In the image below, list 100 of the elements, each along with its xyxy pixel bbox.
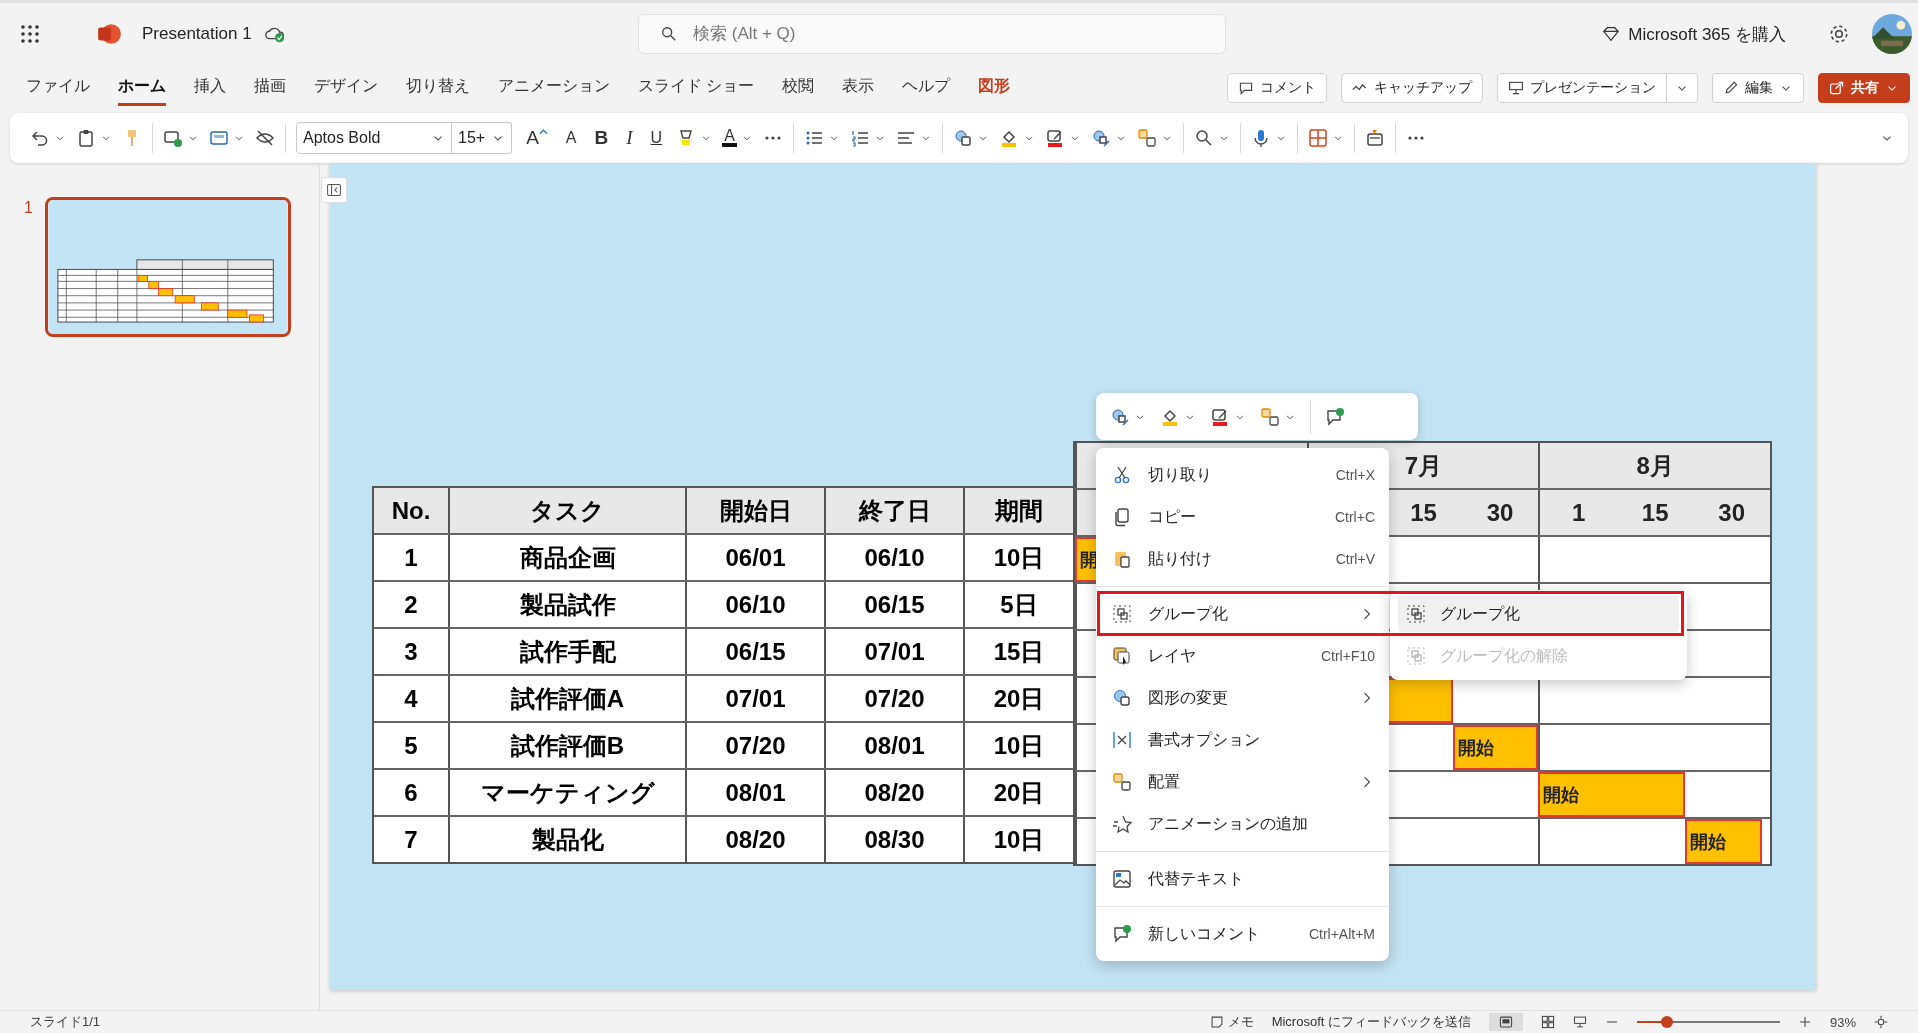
ribbon-tab[interactable]: アニメーション — [498, 70, 610, 106]
slide-counter: スライド1/1 — [30, 1013, 101, 1031]
catchup-button[interactable]: キャッチアップ — [1341, 73, 1483, 103]
undo-icon[interactable] — [30, 128, 50, 148]
note-icon — [1209, 1015, 1224, 1029]
comment-button[interactable]: コメント — [1227, 73, 1327, 103]
menu-item[interactable]: 新しいコメント Ctrl+Alt+M — [1102, 916, 1383, 952]
copy-icon — [1112, 507, 1132, 527]
up-caret-icon — [538, 129, 548, 135]
grid-icon[interactable] — [1307, 128, 1328, 148]
share-button[interactable]: 共有 — [1818, 73, 1910, 103]
zoom-in-icon[interactable] — [1797, 1015, 1812, 1029]
menu-item[interactable]: レイヤ Ctrl+F10 — [1102, 638, 1383, 674]
settings-icon[interactable] — [1828, 23, 1850, 45]
menu-item[interactable]: 貼り付け Ctrl+V — [1102, 541, 1383, 577]
ribbon-tab[interactable]: 表示 — [842, 70, 875, 106]
buy-button[interactable]: Microsoft 365 を購入 — [1602, 22, 1786, 46]
text-style-button[interactable]: U — [646, 129, 667, 147]
ribbon-tab[interactable]: デザイン — [314, 70, 378, 106]
group-icon — [1406, 646, 1426, 666]
document-title[interactable]: Presentation 1 — [142, 24, 252, 44]
arrange-icon[interactable] — [1260, 406, 1280, 427]
pencil-icon — [1723, 80, 1739, 96]
ribbon-tab[interactable]: 切り替え — [406, 70, 470, 106]
shape-effects-icon[interactable] — [1090, 128, 1111, 148]
collapse-panel-button[interactable] — [321, 177, 347, 203]
diamond-icon — [1602, 25, 1621, 43]
layout-icon[interactable] — [209, 128, 229, 148]
text-style-button[interactable]: B — [590, 127, 613, 149]
slide-thumbnail[interactable] — [44, 197, 291, 337]
panel-icon — [326, 182, 342, 198]
edit-button[interactable]: 編集 — [1712, 73, 1804, 103]
share-icon — [1829, 80, 1845, 96]
menu-item[interactable]: 配置 — [1102, 764, 1383, 800]
ribbon-tab[interactable]: ファイル — [26, 70, 90, 106]
shrink-font-button[interactable]: A — [561, 129, 581, 147]
menu-item[interactable]: グループ化 — [1398, 596, 1679, 632]
comment-icon — [1238, 80, 1254, 96]
day-header-label: 30 — [1485, 498, 1515, 527]
notes-button[interactable]: メモ — [1209, 1013, 1254, 1031]
menu-item[interactable]: グループ化 — [1102, 596, 1383, 632]
table-cell-text: 4 — [403, 683, 419, 714]
ribbon-tab[interactable]: 図形 — [978, 70, 1011, 106]
slide-number: 1 — [24, 199, 33, 217]
table-cell: 10日 — [963, 817, 1073, 862]
slide-icon[interactable] — [1364, 128, 1385, 148]
table-header-cell-text: No. — [390, 495, 432, 526]
grow-font-button[interactable]: A — [522, 127, 552, 149]
zoom-level[interactable]: 93% — [1829, 1014, 1856, 1030]
day-header-label: 30 — [1717, 498, 1747, 527]
grid-view-icon[interactable] — [1540, 1015, 1555, 1029]
menu-item[interactable]: コピー Ctrl+C — [1102, 499, 1383, 535]
apps-icon[interactable] — [20, 24, 40, 44]
menu-item[interactable]: 代替テキスト — [1102, 861, 1383, 897]
ribbon-tab[interactable]: スライド ショー — [638, 70, 755, 106]
gantt-bar[interactable]: 開始 — [1685, 819, 1763, 864]
table-cell-text: 6 — [403, 777, 419, 808]
table-cell-text: 2 — [403, 589, 419, 620]
numbered-list-icon[interactable] — [849, 128, 870, 148]
shape-effects-icon[interactable] — [1110, 406, 1130, 427]
present-button[interactable]: プレゼンテーション — [1497, 73, 1698, 103]
clipboard-icon[interactable] — [76, 128, 96, 148]
arrange-icon[interactable] — [1136, 128, 1157, 148]
shape-add-icon[interactable] — [163, 128, 183, 148]
ribbon-tab[interactable]: 描画 — [254, 70, 286, 106]
font-name-field[interactable]: Aptos Bold — [296, 122, 452, 154]
gantt-bar[interactable]: 開始 — [1538, 772, 1686, 817]
font-size-field[interactable]: 15+ — [452, 122, 513, 154]
search-icon — [660, 25, 678, 43]
shapes-icon — [1112, 688, 1132, 708]
pencil-icon[interactable] — [1044, 128, 1065, 148]
group-icon — [1112, 604, 1132, 624]
comment-add-icon — [1112, 924, 1132, 944]
ribbon-tab[interactable]: 挿入 — [194, 70, 226, 106]
app-logo-icon — [96, 21, 122, 47]
scissors-icon — [1112, 465, 1132, 485]
normal-view-icon[interactable] — [1488, 1013, 1523, 1031]
shapes-icon[interactable] — [952, 128, 973, 148]
ribbon-tab[interactable]: ホーム — [118, 70, 166, 106]
arrange-icon — [1112, 772, 1132, 792]
presentation-icon — [1508, 80, 1524, 96]
table-cell-text: 3 — [403, 636, 419, 667]
search-field[interactable]: 検索 (Alt + Q) — [638, 14, 1226, 54]
gantt-bar[interactable]: 開始 — [1453, 725, 1539, 770]
comment-add-icon[interactable] — [1325, 406, 1345, 427]
font-color-button[interactable]: A — [722, 129, 737, 147]
ribbon-tab[interactable]: ヘルプ — [902, 70, 951, 106]
search-icon[interactable] — [1193, 128, 1214, 148]
ribbon-tab[interactable]: 校閲 — [782, 70, 815, 106]
menu-item[interactable]: 書式オプション — [1102, 722, 1383, 758]
star-icon — [1112, 814, 1132, 834]
menu-item[interactable]: アニメーションの追加 — [1102, 806, 1383, 842]
presentation-icon[interactable] — [1572, 1015, 1587, 1029]
fit-slide-icon[interactable] — [1874, 1015, 1888, 1029]
eye-slash-icon[interactable] — [255, 128, 275, 148]
day-header-label: 1 — [1570, 498, 1587, 527]
text-style-button[interactable]: I — [622, 127, 637, 149]
feedback-link[interactable]: Microsoft にフィードバックを送信 — [1271, 1013, 1471, 1031]
menu-item[interactable]: 図形の変更 — [1102, 680, 1383, 716]
pencil-icon[interactable] — [1210, 406, 1230, 427]
